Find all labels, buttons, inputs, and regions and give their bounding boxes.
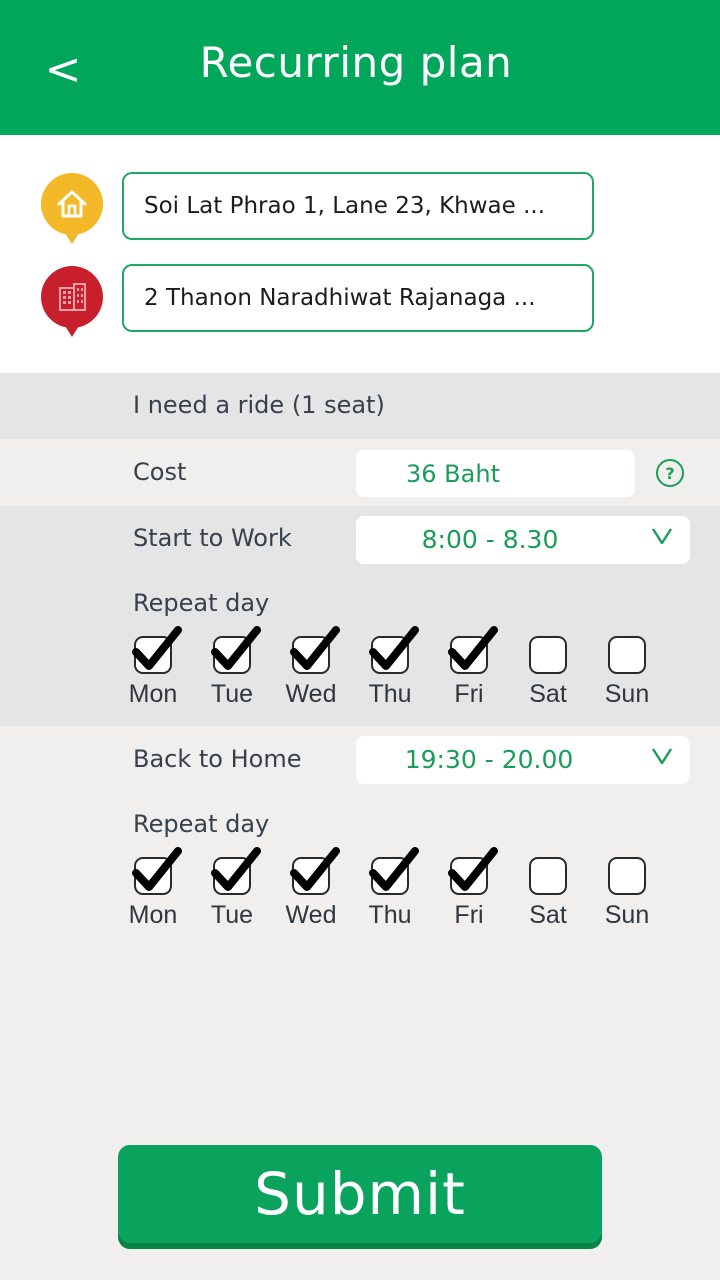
location-section: Soi Lat Phrao 1, Lane 23, Khwae ... 2 Th…: [0, 135, 720, 373]
back-to-home-time-value: 19:30 - 20.00: [404, 745, 574, 774]
checkmark-icon: [211, 847, 261, 891]
destination-field[interactable]: 2 Thanon Naradhiwat Rajanaga ...: [122, 264, 594, 332]
day-checkbox-fri[interactable]: Fri: [432, 626, 506, 726]
day-checkbox-sat[interactable]: Sat: [511, 636, 585, 726]
day-checkbox-sun[interactable]: Sun: [590, 636, 664, 726]
day-checkbox-tue[interactable]: Tue: [195, 847, 269, 947]
checkmark-icon: [290, 847, 340, 891]
app-header: < Recurring plan: [0, 0, 720, 135]
back-to-home-time-select[interactable]: 19:30 - 20.00: [356, 736, 690, 784]
submit-button[interactable]: Submit: [118, 1145, 602, 1243]
start-to-work-time-value: 8:00 - 8.30: [421, 525, 559, 554]
checkmark-icon: [448, 626, 498, 670]
chevron-down-icon: [651, 528, 673, 545]
building-pin-icon: [41, 266, 103, 337]
checkbox-box[interactable]: [529, 857, 567, 895]
checkmark-icon: [448, 847, 498, 891]
back-to-home-label: Back to Home: [133, 745, 302, 773]
checkmark-icon: [290, 626, 340, 670]
day-checkbox-mon[interactable]: Mon: [116, 626, 190, 726]
checkbox-box[interactable]: [608, 857, 646, 895]
page-title: Recurring plan: [199, 38, 513, 87]
day-checkbox-thu[interactable]: Thu: [353, 847, 427, 947]
question-circle-icon[interactable]: ?: [656, 459, 684, 487]
start-to-work-time-select[interactable]: 8:00 - 8.30: [356, 516, 690, 564]
day-label: Sun: [604, 680, 650, 708]
day-checkbox-wed[interactable]: Wed: [274, 847, 348, 947]
checkmark-icon: [369, 626, 419, 670]
day-checkbox-sun[interactable]: Sun: [590, 857, 664, 947]
checkmark-icon: [132, 626, 182, 670]
checkmark-icon: [211, 626, 261, 670]
checkbox-box[interactable]: [529, 636, 567, 674]
ride-label: I need a ride (1 seat): [133, 391, 385, 419]
chevron-down-icon: [651, 748, 673, 765]
day-checkbox-thu[interactable]: Thu: [353, 626, 427, 726]
cost-label: Cost: [133, 458, 187, 486]
cost-value: 36 Baht: [356, 450, 635, 497]
repeat-day-label: Repeat day: [133, 589, 270, 617]
checkmark-icon: [132, 847, 182, 891]
repeat-day-label: Repeat day: [133, 810, 270, 838]
checkbox-box[interactable]: [608, 636, 646, 674]
day-checkbox-fri[interactable]: Fri: [432, 847, 506, 947]
start-to-work-label: Start to Work: [133, 524, 292, 552]
origin-field[interactable]: Soi Lat Phrao 1, Lane 23, Khwae ...: [122, 172, 594, 240]
cost-value-text: 36 Baht: [406, 459, 500, 488]
day-checkbox-sat[interactable]: Sat: [511, 857, 585, 947]
home-pin-icon: [41, 173, 103, 244]
checkmark-icon: [369, 847, 419, 891]
day-label: Sun: [604, 901, 650, 929]
day-checkbox-mon[interactable]: Mon: [116, 847, 190, 947]
day-checkbox-tue[interactable]: Tue: [195, 626, 269, 726]
day-checkbox-wed[interactable]: Wed: [274, 626, 348, 726]
